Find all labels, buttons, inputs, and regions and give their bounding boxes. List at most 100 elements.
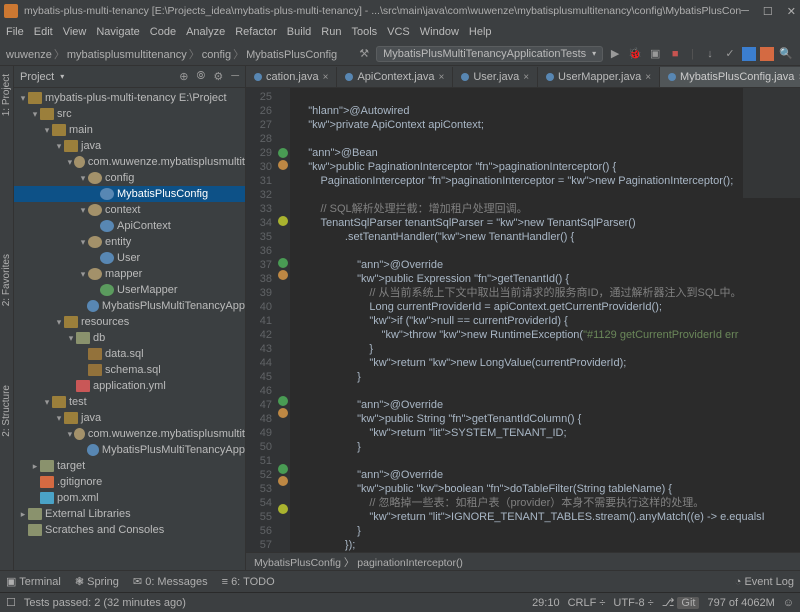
menu-help[interactable]: Help bbox=[469, 26, 492, 38]
line-gutter[interactable]: 2526272829303132333435363738394041424344… bbox=[246, 88, 276, 552]
tool-window-toggle[interactable]: ☐ bbox=[6, 596, 16, 609]
editor-tab[interactable]: MybatisPlusConfig.java× bbox=[660, 67, 800, 87]
tree-node[interactable]: ▾config bbox=[14, 170, 245, 186]
editor-breadcrumb[interactable]: MybatisPlusConfig 〉 paginationIntercepto… bbox=[246, 552, 800, 570]
tree-node[interactable]: Scratches and Consoles bbox=[14, 522, 245, 538]
project-hide-icon[interactable]: ─ bbox=[231, 70, 239, 83]
tree-node[interactable]: MybatisPlusConfig bbox=[14, 186, 245, 202]
code-text[interactable]: "hlann">@Autowired "kw">private ApiConte… bbox=[290, 88, 800, 552]
editor-tab[interactable]: User.java× bbox=[453, 67, 538, 87]
editor-tab[interactable]: ApiContext.java× bbox=[337, 67, 453, 87]
menu-code[interactable]: Code bbox=[150, 26, 176, 38]
tree-node[interactable]: MybatisPlusMultiTenancyApp bbox=[14, 442, 245, 458]
project-panel-title: Project bbox=[20, 71, 54, 83]
menu-window[interactable]: Window bbox=[420, 26, 459, 38]
search-icon[interactable]: 🔍 bbox=[778, 46, 794, 62]
tree-node[interactable]: schema.sql bbox=[14, 362, 245, 378]
tree-node[interactable]: ▾db bbox=[14, 330, 245, 346]
marker-gutter[interactable] bbox=[276, 88, 290, 552]
menu-tools[interactable]: Tools bbox=[351, 26, 377, 38]
tree-node[interactable]: ▾test bbox=[14, 394, 245, 410]
tree-node[interactable]: .gitignore bbox=[14, 474, 245, 490]
todo-tab[interactable]: ≡ 6: TODO bbox=[222, 576, 275, 588]
event-log-tab[interactable]: ◔ Event Log bbox=[735, 576, 794, 588]
app-icon bbox=[4, 4, 18, 18]
close-button[interactable]: ✕ bbox=[787, 5, 796, 18]
menu-navigate[interactable]: Navigate bbox=[96, 26, 139, 38]
favorites-tool-tab[interactable]: 2: Favorites bbox=[0, 250, 13, 310]
project-tree[interactable]: ▾mybatis-plus-multi-tenancy E:\Project▾s… bbox=[14, 88, 245, 570]
tree-node[interactable]: ▾main bbox=[14, 122, 245, 138]
project-locate-icon[interactable]: ⦾ bbox=[197, 70, 206, 83]
menu-edit[interactable]: Edit bbox=[34, 26, 53, 38]
hammer-icon[interactable]: ⚒ bbox=[356, 46, 372, 62]
breadcrumb[interactable]: wuwenze〉mybatisplusmultitenancy〉config〉M… bbox=[6, 46, 337, 62]
run-config-select[interactable]: MybatisPlusMultiTenancyApplicationTests … bbox=[376, 46, 603, 62]
project-tool-tab[interactable]: 1: Project bbox=[0, 70, 13, 120]
messages-tab[interactable]: ✉ 0: Messages bbox=[133, 575, 208, 588]
tree-node[interactable]: ▸External Libraries bbox=[14, 506, 245, 522]
tree-node[interactable]: ▾src bbox=[14, 106, 245, 122]
menu-refactor[interactable]: Refactor bbox=[235, 26, 277, 38]
menu-build[interactable]: Build bbox=[287, 26, 311, 38]
menu-file[interactable]: File bbox=[6, 26, 24, 38]
status-message: Tests passed: 2 (32 minutes ago) bbox=[24, 597, 186, 609]
tree-node[interactable]: pom.xml bbox=[14, 490, 245, 506]
coverage-button[interactable]: ▣ bbox=[647, 46, 663, 62]
editor-tab[interactable]: UserMapper.java× bbox=[538, 67, 660, 87]
window-title: mybatis-plus-multi-tenancy [E:\Projects_… bbox=[24, 5, 741, 17]
tree-node[interactable]: ApiContext bbox=[14, 218, 245, 234]
tree-node[interactable]: ▾mapper bbox=[14, 266, 245, 282]
menu-run[interactable]: Run bbox=[321, 26, 341, 38]
memory-indicator[interactable]: 797 of 4062M bbox=[707, 597, 774, 609]
project-collapse-icon[interactable]: ⊕ bbox=[179, 70, 188, 83]
project-settings-icon[interactable]: ⚙ bbox=[213, 70, 223, 83]
title-bar: mybatis-plus-multi-tenancy [E:\Projects_… bbox=[0, 0, 800, 22]
vcs-update-icon[interactable]: ↓ bbox=[702, 46, 718, 62]
structure-tool-tab[interactable]: 2: Structure bbox=[0, 381, 13, 441]
vcs-commit-icon[interactable]: ✓ bbox=[722, 46, 738, 62]
file-encoding[interactable]: UTF-8 ÷ bbox=[613, 597, 653, 609]
line-separator[interactable]: CRLF ÷ bbox=[568, 597, 606, 609]
menu-view[interactable]: View bbox=[63, 26, 87, 38]
tree-node[interactable]: ▸target bbox=[14, 458, 245, 474]
editor-tabs[interactable]: cation.java×ApiContext.java×User.java×Us… bbox=[246, 66, 800, 88]
run-button[interactable]: ▶ bbox=[607, 46, 623, 62]
caret-position[interactable]: 29:10 bbox=[532, 597, 560, 609]
tree-node[interactable]: ▾resources bbox=[14, 314, 245, 330]
spring-tab[interactable]: ❃ Spring bbox=[75, 575, 119, 588]
project-panel: Project ▾ ⊕ ⦾ ⚙ ─ ▾mybatis-plus-multi-te… bbox=[14, 66, 246, 570]
tree-node[interactable]: UserMapper bbox=[14, 282, 245, 298]
tree-node[interactable]: MybatisPlusMultiTenancyApp bbox=[14, 298, 245, 314]
terminal-tab[interactable]: ▣ Terminal bbox=[6, 575, 61, 588]
hector-icon[interactable]: ☺ bbox=[783, 597, 794, 609]
bottom-tool-bar: ▣ Terminal ❃ Spring ✉ 0: Messages ≡ 6: T… bbox=[0, 570, 800, 592]
tree-node[interactable]: ▾com.wuwenze.mybatisplusmultit bbox=[14, 426, 245, 442]
maximize-button[interactable]: ☐ bbox=[763, 5, 773, 18]
tool-icon-2[interactable] bbox=[760, 47, 774, 61]
left-tool-stripe: 1: Project 2: Favorites 2: Structure bbox=[0, 66, 14, 570]
menu-analyze[interactable]: Analyze bbox=[186, 26, 225, 38]
minimap[interactable] bbox=[743, 88, 800, 198]
tree-node[interactable]: User bbox=[14, 250, 245, 266]
tree-node[interactable]: ▾mybatis-plus-multi-tenancy E:\Project bbox=[14, 90, 245, 106]
stop-button[interactable]: ■ bbox=[667, 46, 683, 62]
menu-vcs[interactable]: VCS bbox=[387, 26, 410, 38]
tool-icon-1[interactable] bbox=[742, 47, 756, 61]
tree-node[interactable]: data.sql bbox=[14, 346, 245, 362]
tree-node[interactable]: ▾java bbox=[14, 410, 245, 426]
run-config-label: MybatisPlusMultiTenancyApplicationTests bbox=[383, 48, 586, 60]
tree-node[interactable]: ▾entity bbox=[14, 234, 245, 250]
menu-bar[interactable]: File Edit View Navigate Code Analyze Refactor B… bbox=[0, 22, 800, 42]
git-branch[interactable]: ⎇ Git bbox=[662, 596, 700, 609]
editor-tab[interactable]: cation.java× bbox=[246, 67, 337, 87]
tree-node[interactable]: ▾com.wuwenze.mybatisplusmultit bbox=[14, 154, 245, 170]
tree-node[interactable]: application.yml bbox=[14, 378, 245, 394]
status-bar: ☐ Tests passed: 2 (32 minutes ago) 29:10… bbox=[0, 592, 800, 612]
debug-button[interactable]: 🐞 bbox=[627, 46, 643, 62]
tree-node[interactable]: ▾java bbox=[14, 138, 245, 154]
editor: cation.java×ApiContext.java×User.java×Us… bbox=[246, 66, 800, 570]
toolbar: wuwenze〉mybatisplusmultitenancy〉config〉M… bbox=[0, 42, 800, 66]
tree-node[interactable]: ▾context bbox=[14, 202, 245, 218]
minimize-button[interactable]: ─ bbox=[741, 5, 749, 18]
